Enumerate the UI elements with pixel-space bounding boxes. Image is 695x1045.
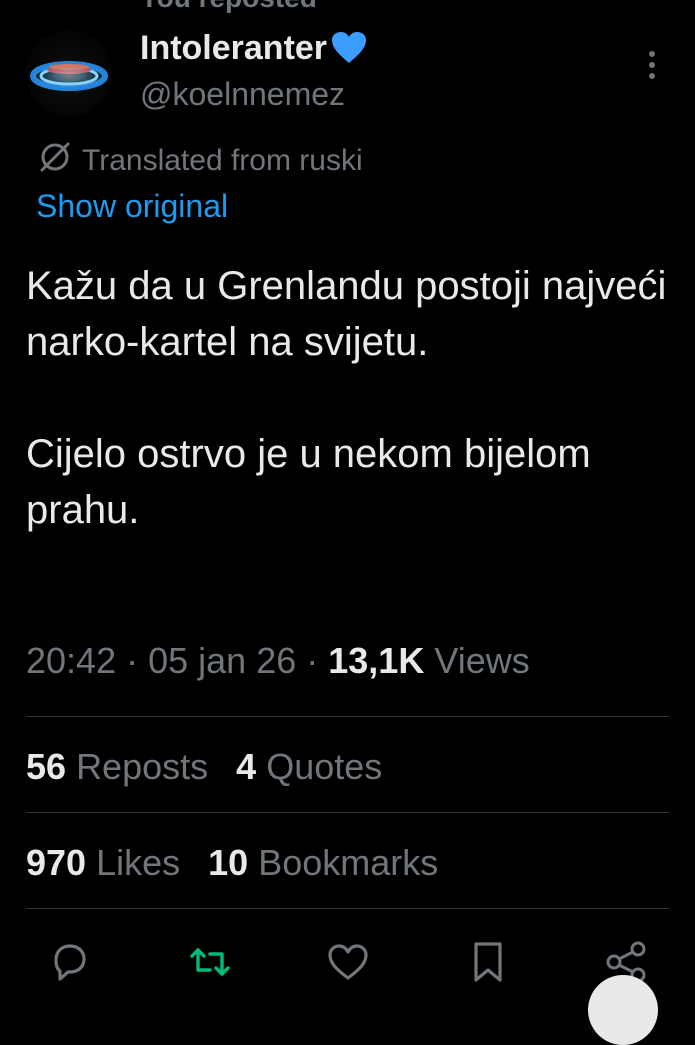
repost-icon[interactable]: [186, 938, 234, 986]
tweet-text: Kažu da u Grenlandu postoji najveći nark…: [26, 258, 676, 538]
stats-row-reposts-quotes: 56 Reposts 4 Quotes: [26, 746, 382, 788]
reposts-label: Reposts: [76, 746, 209, 787]
quotes-count: 4: [236, 746, 257, 787]
separator-dot: ·: [126, 640, 149, 681]
translated-label-row: Translated from ruski: [36, 138, 363, 184]
stats-row-likes-bookmarks: 970 Likes 10 Bookmarks: [26, 842, 438, 884]
blue-heart-icon: [331, 31, 367, 65]
views-count: 13,1K: [328, 640, 425, 681]
avatar[interactable]: [26, 30, 112, 116]
bookmarks-count: 10: [208, 842, 249, 883]
views-label: Views: [434, 640, 530, 681]
floating-action-button[interactable]: [588, 975, 658, 1045]
divider: [26, 812, 669, 813]
quotes-stat[interactable]: 4 Quotes: [236, 746, 382, 787]
tweet-paragraph: Cijelo ostrvo je u nekom bijelom prahu.: [26, 432, 591, 532]
divider: [26, 716, 669, 717]
likes-stat[interactable]: 970 Likes: [26, 842, 180, 883]
action-bar: [0, 938, 695, 988]
likes-label: Likes: [96, 842, 181, 883]
display-name[interactable]: Intoleranter: [140, 28, 327, 68]
tweet-meta: 20:42 · 05 jan 26 · 13,1K Views: [26, 640, 530, 682]
separator-dot: ·: [306, 640, 329, 681]
reposts-stat[interactable]: 56 Reposts: [26, 746, 208, 787]
tweet-paragraph: Kažu da u Grenlandu postoji najveći nark…: [26, 264, 667, 364]
divider: [26, 908, 669, 909]
reposted-indicator: You reposted: [140, 0, 317, 14]
more-vertical-icon[interactable]: [640, 48, 664, 82]
bookmark-icon[interactable]: [464, 938, 512, 986]
author-block[interactable]: Intoleranter @koelnnemez: [140, 28, 367, 114]
tweet-date[interactable]: 05 jan 26: [148, 640, 296, 681]
bookmarks-stat[interactable]: 10 Bookmarks: [208, 842, 438, 883]
translate-icon: [36, 138, 74, 184]
quotes-label: Quotes: [266, 746, 383, 787]
tweet-time[interactable]: 20:42: [26, 640, 116, 681]
likes-count: 970: [26, 842, 87, 883]
reply-icon[interactable]: [46, 938, 94, 986]
bookmarks-label: Bookmarks: [258, 842, 439, 883]
show-original-link[interactable]: Show original: [36, 188, 228, 225]
reposts-count: 56: [26, 746, 67, 787]
user-handle[interactable]: @koelnnemez: [140, 74, 367, 114]
translated-label: Translated from ruski: [82, 144, 363, 177]
like-icon[interactable]: [324, 938, 372, 986]
